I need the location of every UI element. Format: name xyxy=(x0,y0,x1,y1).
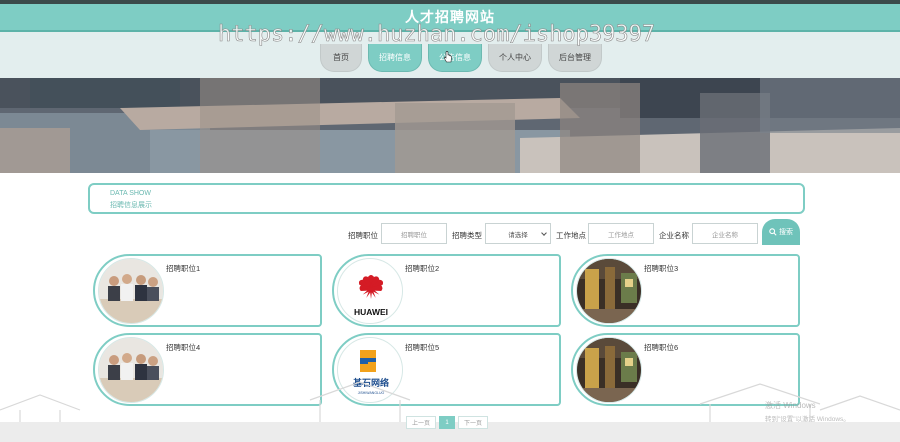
office-photo xyxy=(577,338,641,402)
job-title[interactable]: 招聘职位1 xyxy=(166,263,200,274)
huawei-logo: HUAWEI xyxy=(338,259,402,323)
job-card[interactable]: 招聘职位6 xyxy=(571,333,800,406)
meeting-photo xyxy=(99,259,163,323)
office-photo xyxy=(577,259,641,323)
classroom-image xyxy=(0,78,900,173)
section-title-en: DATA SHOW xyxy=(110,190,151,197)
location-input[interactable]: 工作地点 xyxy=(588,223,654,244)
hand-cursor-icon xyxy=(444,51,452,63)
type-label: 招聘类型 xyxy=(452,231,482,240)
job-thumbnail xyxy=(98,337,164,403)
section-title-cn: 招聘信息展示 xyxy=(110,202,152,209)
position-input[interactable]: 招聘职位 xyxy=(381,223,447,244)
search-form: 招聘职位 招聘职位 招聘类型 请选择 工作地点 工作地点 企业名称 企业名称 搜… xyxy=(0,219,900,247)
job-card[interactable]: 招聘职位1 xyxy=(93,254,322,327)
location-label: 工作地点 xyxy=(556,231,586,240)
job-thumbnail xyxy=(98,258,164,324)
search-button[interactable]: 搜索 xyxy=(762,219,800,245)
main-nav: 首页 招聘信息 公告信息 个人中心 后台管理 xyxy=(320,44,602,72)
prev-page-button[interactable]: 上一页 xyxy=(406,416,436,429)
jishi-logo-subtext: JISHIWANGLUO xyxy=(358,391,385,395)
huawei-logo-text: HUAWEI xyxy=(354,307,388,317)
url-watermark: https://www.huzhan.com/ishop39397 xyxy=(218,22,656,48)
type-select-value: 请选择 xyxy=(508,231,528,239)
meeting-photo xyxy=(99,338,163,402)
search-icon xyxy=(769,228,777,236)
job-card[interactable]: 招聘职位3 xyxy=(571,254,800,327)
company-label: 企业名称 xyxy=(659,231,689,240)
jishi-logo: 基石网络 JISHIWANGLUO xyxy=(338,338,402,402)
search-button-label: 搜索 xyxy=(779,229,793,236)
chevron-down-icon xyxy=(541,230,547,236)
activation-line-2: 转到"设置"以激活 Windows。 xyxy=(765,416,850,423)
top-strip xyxy=(0,0,900,4)
job-thumbnail xyxy=(576,337,642,403)
nav-admin[interactable]: 后台管理 xyxy=(548,44,602,72)
jishi-logo-text: 基石网络 xyxy=(352,377,389,389)
job-title[interactable]: 招聘职位6 xyxy=(644,342,678,353)
job-card[interactable]: 基石网络 JISHIWANGLUO 招聘职位5 xyxy=(332,333,561,406)
next-page-button[interactable]: 下一页 xyxy=(458,416,488,429)
job-title[interactable]: 招聘职位2 xyxy=(405,263,439,274)
type-select[interactable]: 请选择 xyxy=(485,223,551,244)
company-input[interactable]: 企业名称 xyxy=(692,223,758,244)
job-thumbnail: 基石网络 JISHIWANGLUO xyxy=(337,337,403,403)
position-label: 招聘职位 xyxy=(348,231,378,240)
nav-notices[interactable]: 公告信息 xyxy=(428,44,482,72)
pagination: 上一页 1 下一页 xyxy=(406,416,488,429)
activation-line-1: 激活 Windows xyxy=(765,401,816,410)
nav-home[interactable]: 首页 xyxy=(320,44,362,72)
job-card[interactable]: 招聘职位4 xyxy=(93,333,322,406)
section-header: DATA SHOW 招聘信息展示 xyxy=(88,183,805,214)
windows-activation-notice: 激活 Windows 转到"设置"以激活 Windows。 xyxy=(765,400,850,423)
page-number-current[interactable]: 1 xyxy=(439,416,455,429)
job-title[interactable]: 招聘职位4 xyxy=(166,342,200,353)
hero-banner xyxy=(0,78,900,173)
nav-jobs[interactable]: 招聘信息 xyxy=(368,44,422,72)
job-title[interactable]: 招聘职位5 xyxy=(405,342,439,353)
job-thumbnail xyxy=(576,258,642,324)
job-title[interactable]: 招聘职位3 xyxy=(644,263,678,274)
job-card[interactable]: HUAWEI 招聘职位2 xyxy=(332,254,561,327)
nav-personal-center[interactable]: 个人中心 xyxy=(488,44,542,72)
job-thumbnail: HUAWEI xyxy=(337,258,403,324)
